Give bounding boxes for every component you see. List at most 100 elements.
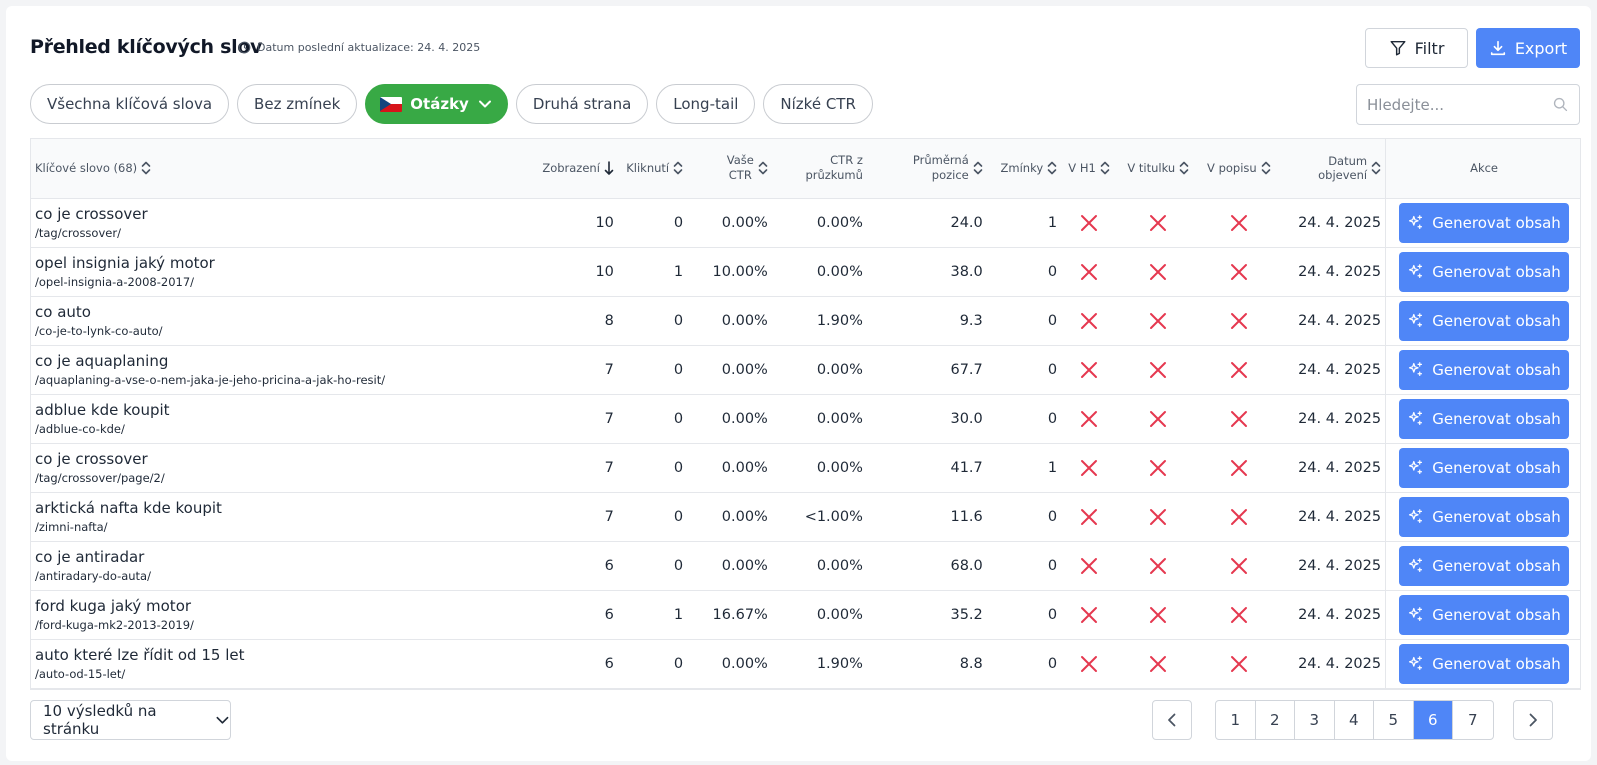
generate-content-button[interactable]: Generovat obsah <box>1399 398 1570 439</box>
h1-cell <box>1061 198 1117 247</box>
col-in-title[interactable]: V titulku <box>1116 139 1200 199</box>
col-ctr[interactable]: Vaše CTR <box>687 139 772 199</box>
search-box <box>1356 84 1580 125</box>
cross-icon <box>1150 655 1167 672</box>
cross-icon <box>1230 655 1247 672</box>
chip-long-tail[interactable]: Long-tail <box>656 84 756 124</box>
h1-cell <box>1061 590 1117 639</box>
generate-content-button[interactable]: Generovat obsah <box>1399 496 1570 537</box>
generate-content-button[interactable]: Generovat obsah <box>1399 545 1570 586</box>
filter-button-label: Filtr <box>1414 38 1445 58</box>
cross-icon <box>1230 263 1247 280</box>
actions-cell: Generovat obsah <box>1385 296 1580 345</box>
h1-cell <box>1061 443 1117 492</box>
cross-icon <box>1081 410 1098 427</box>
page-button-7[interactable]: 7 <box>1453 701 1493 739</box>
position-cell: 35.2 <box>950 606 983 623</box>
sparkles-icon <box>1409 264 1423 279</box>
discovered-cell: 24. 4. 2025 <box>1298 214 1382 231</box>
in-desc-cell <box>1200 296 1279 345</box>
previous-page-button[interactable] <box>1152 700 1192 740</box>
table-row: co je crossover/tag/crossover/page/2/7 0 0… <box>31 443 1580 492</box>
keyword-url: /tag/crossover/ <box>35 225 121 240</box>
in-title-cell <box>1117 639 1200 688</box>
export-button[interactable]: Export <box>1476 28 1580 68</box>
cross-icon <box>1230 312 1247 329</box>
page-button-3[interactable]: 3 <box>1295 701 1335 739</box>
page-button-6[interactable]: 6 <box>1413 701 1453 739</box>
search-icon[interactable] <box>1552 96 1569 113</box>
col-position[interactable]: Průměrná pozice <box>866 139 987 199</box>
chip-all-keywords[interactable]: Všechna klíčová slova <box>30 84 230 124</box>
col-actions-label: Akce <box>1470 161 1499 176</box>
h1-cell <box>1061 394 1117 443</box>
in-desc-cell <box>1200 492 1279 541</box>
generate-content-label: Generovat obsah <box>1432 213 1561 232</box>
col-in-desc[interactable]: V popisu <box>1199 139 1279 199</box>
sparkles-icon <box>1409 460 1423 475</box>
position-cell: 24.0 <box>950 214 983 231</box>
col-position-label-1: Průměrná <box>912 153 969 168</box>
actions-cell: Generovat obsah <box>1385 247 1580 296</box>
col-h1[interactable]: V H1 <box>1061 139 1117 199</box>
ctr-cell: 0.00% <box>721 459 768 476</box>
keyword-url: /aquaplaning-a-vse-o-nem-jaka-je-jeho-pr… <box>35 372 386 387</box>
chip-label: Bez zmínek <box>254 95 341 113</box>
sort-desc-icon <box>604 161 614 176</box>
col-in-title-label: V titulku <box>1127 161 1176 176</box>
in-desc-cell <box>1200 394 1279 443</box>
col-keyword[interactable]: Klíčové slovo (68) <box>31 139 534 199</box>
actions-cell: Generovat obsah <box>1385 639 1580 688</box>
table-row: co je antiradar/antiradary-do-auta/6 0 0.0… <box>31 541 1580 590</box>
generate-content-button[interactable]: Generovat obsah <box>1399 202 1570 243</box>
chip-label: Nízké CTR <box>780 95 856 113</box>
page-button-5[interactable]: 5 <box>1374 701 1414 739</box>
col-position-label-2: pozice <box>931 168 969 183</box>
keyword-text: co je crossover <box>35 449 148 468</box>
cross-icon <box>1230 557 1247 574</box>
h1-cell <box>1061 639 1117 688</box>
actions-cell: Generovat obsah <box>1385 198 1580 247</box>
impressions-cell: 6 <box>604 557 614 574</box>
generate-content-button[interactable]: Generovat obsah <box>1399 594 1570 635</box>
in-title-cell <box>1117 296 1200 345</box>
sparkles-icon <box>1409 313 1423 328</box>
filter-button[interactable]: Filtr <box>1365 28 1468 68</box>
keyword-url: /tag/crossover/page/2/ <box>35 470 165 485</box>
generate-content-button[interactable]: Generovat obsah <box>1399 447 1570 488</box>
generate-content-button[interactable]: Generovat obsah <box>1399 251 1570 292</box>
mentions-cell: 0 <box>1047 263 1058 280</box>
generate-content-button[interactable]: Generovat obsah <box>1399 643 1570 684</box>
position-cell: 68.0 <box>950 557 983 574</box>
sort-icon <box>1179 161 1189 175</box>
generate-content-button[interactable]: Generovat obsah <box>1399 300 1570 341</box>
col-discovered[interactable]: Datum objevení <box>1278 139 1386 199</box>
sort-icon <box>673 161 683 175</box>
generate-content-button[interactable]: Generovat obsah <box>1399 349 1570 390</box>
search-input[interactable] <box>1357 85 1537 124</box>
cross-icon <box>1230 508 1247 525</box>
col-clicks[interactable]: Kliknutí <box>617 139 688 199</box>
chip-no-mentions[interactable]: Bez zmínek <box>237 84 358 124</box>
next-page-button[interactable] <box>1513 700 1553 740</box>
chip-low-ctr[interactable]: Nízké CTR <box>763 84 873 124</box>
clicks-cell: 0 <box>673 655 684 672</box>
survey-ctr-cell: 0.00% <box>816 361 863 378</box>
col-impressions[interactable]: Zobrazení <box>533 139 618 199</box>
chip-questions[interactable]: Otázky <box>365 84 508 124</box>
page-button-2[interactable]: 2 <box>1256 701 1295 739</box>
in-desc-cell <box>1200 345 1279 394</box>
h1-cell <box>1061 492 1117 541</box>
keyword-cell: co auto/co-je-to-lynk-co-auto/ <box>31 296 533 345</box>
page-button-1[interactable]: 1 <box>1216 701 1256 739</box>
page-button-4[interactable]: 4 <box>1335 701 1374 739</box>
cross-icon <box>1230 214 1247 231</box>
col-mentions[interactable]: Zmínky <box>986 139 1062 199</box>
survey-ctr-cell: 0.00% <box>816 263 863 280</box>
per-page-select[interactable]: 10 výsledků na stránku <box>30 700 231 740</box>
survey-ctr-cell: 1.90% <box>816 312 863 329</box>
keyword-text: co je crossover <box>35 204 148 223</box>
clicks-cell: 0 <box>673 410 684 427</box>
keyword-cell: co je crossover/tag/crossover/page/2/ <box>31 443 533 492</box>
chip-second-page[interactable]: Druhá strana <box>515 84 649 124</box>
